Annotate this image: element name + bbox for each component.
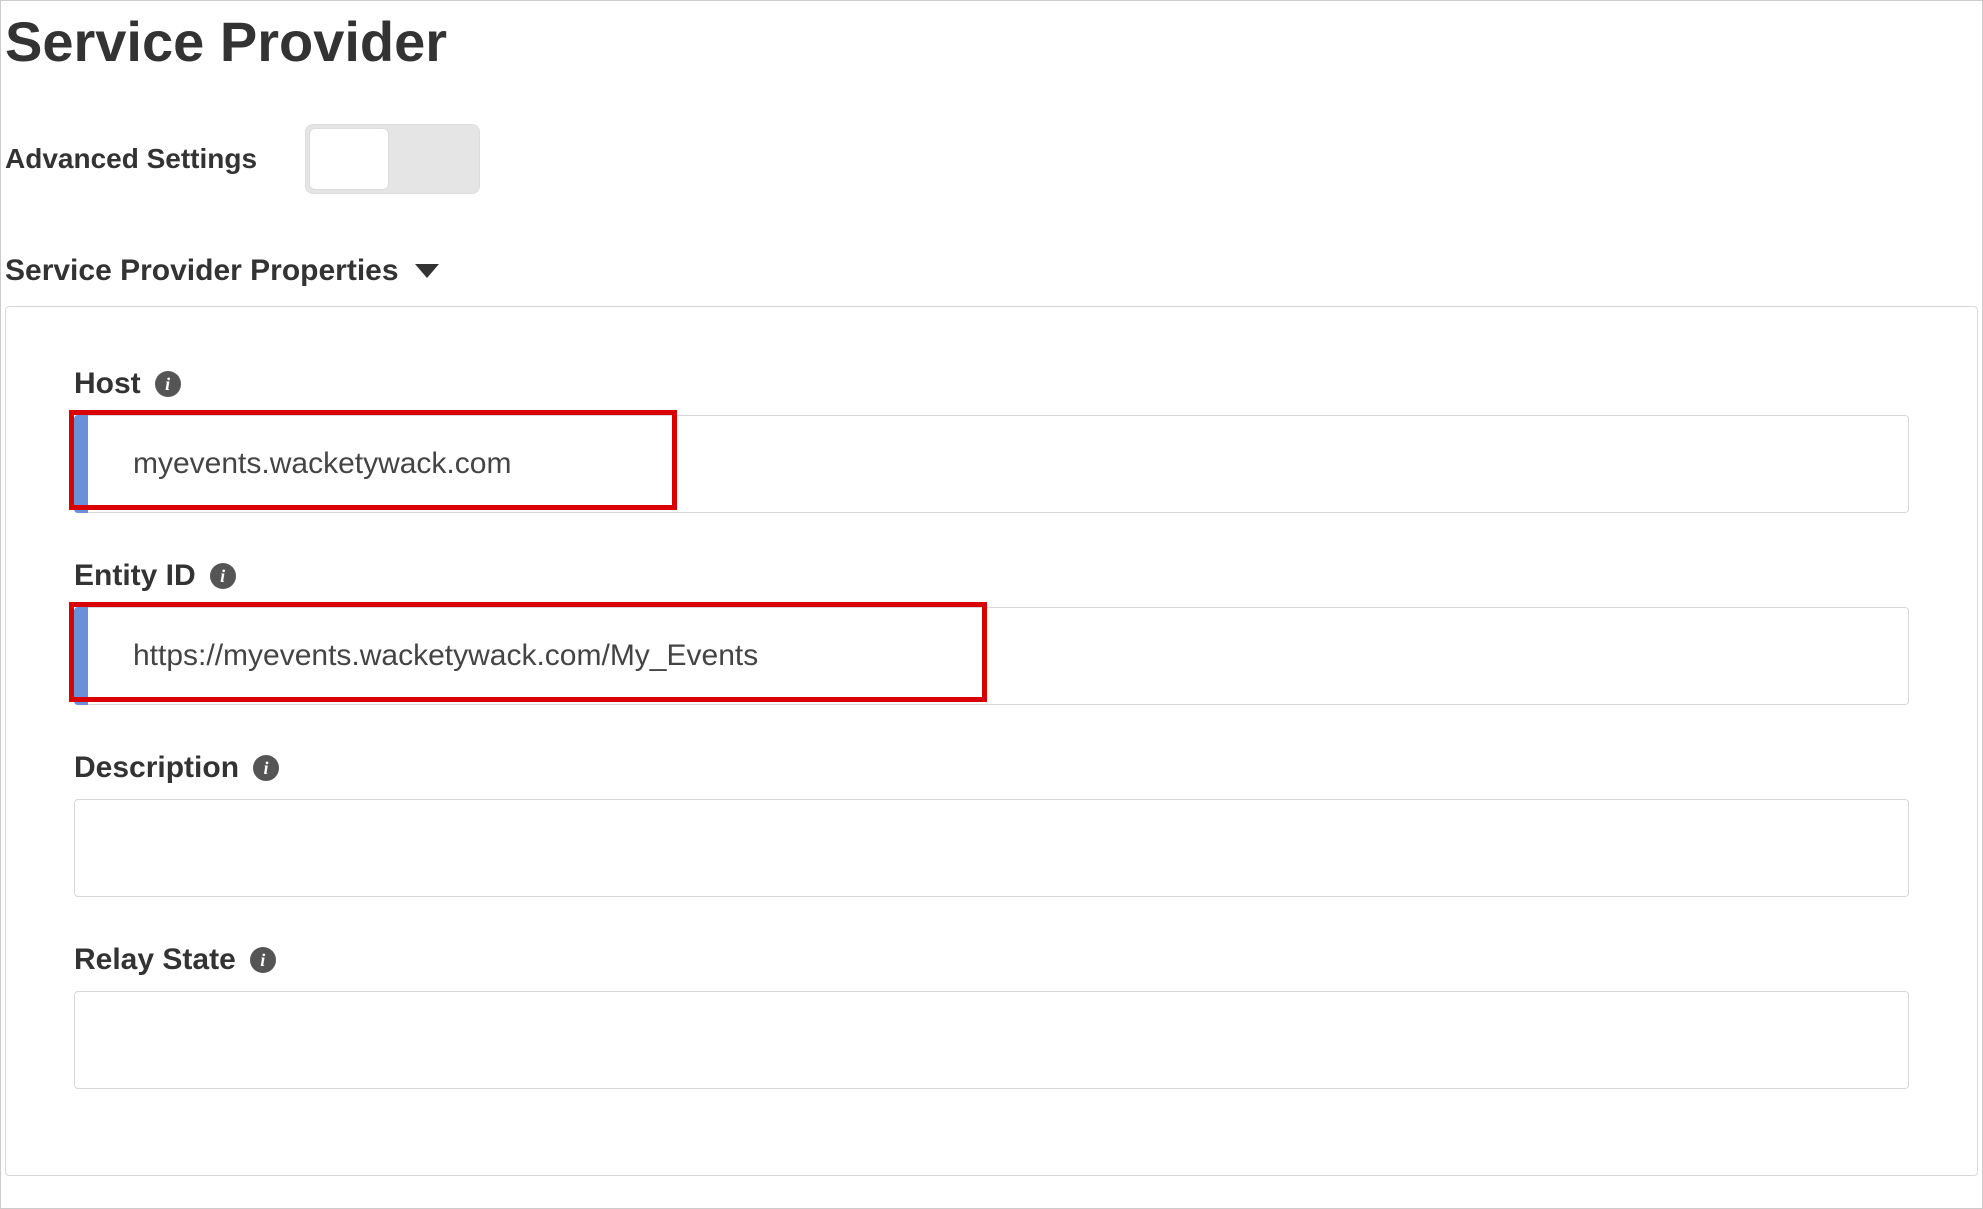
page-title: Service Provider (5, 9, 1978, 74)
relay-state-label: Relay State (74, 943, 236, 977)
description-field-group: Description i (74, 751, 1909, 897)
entity-id-input[interactable] (74, 607, 1909, 705)
entity-id-field-group: Entity ID i (74, 559, 1909, 705)
input-accent-bar (74, 607, 88, 705)
host-field-group: Host i (74, 367, 1909, 513)
relay-state-input[interactable] (74, 991, 1909, 1089)
advanced-settings-toggle[interactable] (305, 124, 480, 194)
input-accent-bar (74, 415, 88, 513)
info-icon[interactable]: i (210, 563, 236, 589)
properties-panel: Host i Entity ID i Description (5, 306, 1978, 1176)
properties-section-title: Service Provider Properties (5, 254, 399, 288)
toggle-handle (309, 128, 389, 190)
properties-section-header[interactable]: Service Provider Properties (5, 254, 1978, 288)
info-icon[interactable]: i (253, 755, 279, 781)
info-icon[interactable]: i (250, 947, 276, 973)
chevron-down-icon (415, 264, 439, 278)
advanced-settings-label: Advanced Settings (5, 143, 257, 175)
info-icon[interactable]: i (155, 371, 181, 397)
host-label: Host (74, 367, 141, 401)
relay-state-field-group: Relay State i (74, 943, 1909, 1089)
entity-id-label: Entity ID (74, 559, 196, 593)
advanced-settings-row: Advanced Settings (5, 124, 1978, 194)
service-provider-panel: Service Provider Advanced Settings Servi… (0, 0, 1983, 1209)
description-label: Description (74, 751, 239, 785)
host-input[interactable] (74, 415, 1909, 513)
description-input[interactable] (74, 799, 1909, 897)
